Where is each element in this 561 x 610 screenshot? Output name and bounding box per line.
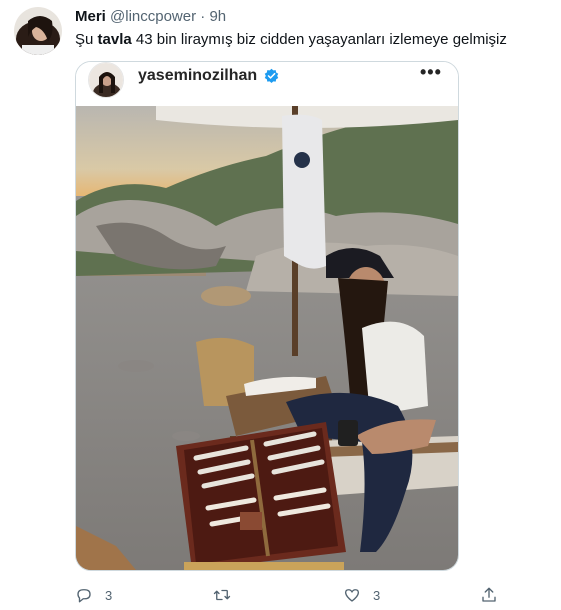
tweet-text-start: Şu (75, 31, 98, 48)
tweet[interactable]: Meri @linccpower · 9h Şu tavla 43 bin li… (0, 0, 561, 610)
tweet-actions: 3 3 (75, 584, 498, 606)
share-button[interactable] (480, 584, 498, 606)
share-icon (482, 587, 496, 602)
retweet-button[interactable] (213, 584, 243, 606)
reply-count: 3 (105, 587, 113, 603)
separator-dot: · (200, 8, 206, 25)
more-options-icon: ••• (420, 62, 442, 82)
tweet-text: Şu tavla 43 bin liraymış biz cidden yaşa… (75, 30, 507, 49)
author-avatar[interactable] (14, 7, 62, 55)
tweet-media[interactable]: yaseminozilhan ••• (75, 61, 459, 571)
tweet-text-end: 43 bin liraymış biz cidden yaşayanları i… (131, 31, 507, 48)
like-count: 3 (373, 587, 381, 603)
like-button[interactable]: 3 (343, 584, 380, 606)
author-handle[interactable]: @linccpower (110, 8, 196, 25)
tweet-timestamp[interactable]: 9h (209, 8, 226, 25)
reply-icon (77, 589, 91, 603)
verified-badge-icon (264, 68, 279, 83)
backgammon-photo (76, 106, 458, 570)
author-name[interactable]: Meri (75, 8, 106, 25)
tweet-header: Meri @linccpower · 9h (75, 8, 226, 26)
tweet-text-bold: tavla (97, 31, 132, 48)
instagram-avatar (88, 62, 124, 98)
like-icon (344, 589, 360, 602)
reply-button[interactable]: 3 (75, 584, 112, 606)
instagram-header: yaseminozilhan ••• (76, 62, 458, 106)
retweet-icon (213, 589, 231, 601)
instagram-username: yaseminozilhan (138, 67, 258, 84)
